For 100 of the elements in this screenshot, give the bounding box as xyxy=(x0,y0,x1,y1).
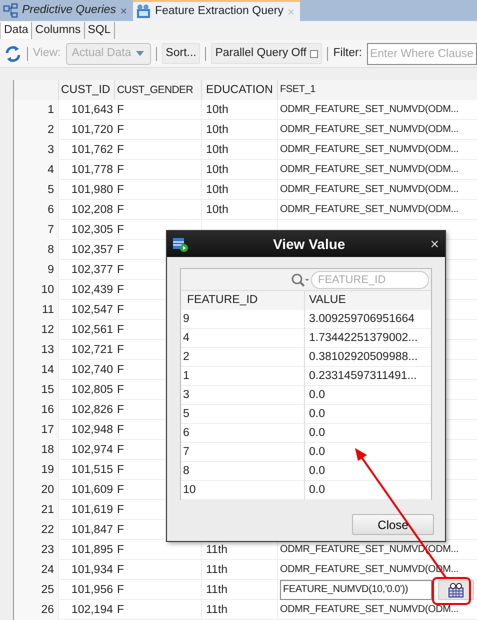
table-cell-text: 102,305 xyxy=(70,223,114,238)
table-cell-text: 102,974 xyxy=(70,443,114,458)
table-cell: 11th xyxy=(202,560,278,580)
table-cell: F xyxy=(115,100,202,120)
row-number: 2 xyxy=(14,120,59,140)
table-cell-text: 102,721 xyxy=(70,343,114,358)
row-number: 7 xyxy=(14,220,59,240)
table-cell: F xyxy=(115,580,202,600)
search-field[interactable]: FEATURE_ID xyxy=(311,270,429,288)
highlight-frame xyxy=(432,577,471,605)
dialog-title: View Value xyxy=(272,234,346,254)
table-cell-text: 0.0 xyxy=(308,407,326,422)
close-button[interactable]: × xyxy=(430,236,439,252)
table-cell-text: 101,619 xyxy=(70,503,114,518)
tab-label: Feature Extraction Query xyxy=(154,4,284,19)
table-cell: 4 xyxy=(181,329,305,348)
table-cell-text: ODMR_FEATURE_SET_NUMVD(ODM... xyxy=(280,183,458,197)
table-cell-text: 102,357 xyxy=(70,243,114,258)
column-header[interactable]: CUST_GENDER xyxy=(115,80,202,100)
close-button[interactable]: Close xyxy=(352,514,434,535)
table-cell: F xyxy=(115,560,202,580)
table-cell: 10th xyxy=(202,120,278,140)
diagram-icon xyxy=(3,3,18,18)
table-cell-text: 101,980 xyxy=(70,183,114,198)
row-number: 12 xyxy=(14,320,59,340)
table-cell-text: 102,439 xyxy=(70,283,114,298)
table-cell: 1 xyxy=(181,367,305,386)
row-number: 16 xyxy=(14,400,59,420)
column-header[interactable]: EDUCATION xyxy=(202,80,278,100)
row-number: 17 xyxy=(14,420,59,440)
table-cell-text: ODMR_FEATURE_SET_NUMVD(ODM... xyxy=(280,143,458,157)
row-number: 4 xyxy=(14,160,59,180)
row-number: 18 xyxy=(14,440,59,460)
column-header[interactable]: VALUE xyxy=(305,291,431,310)
checkbox-icon xyxy=(310,50,318,58)
table-cell-text: 102,561 xyxy=(70,323,114,338)
table-cell-text: 102,194 xyxy=(70,603,114,618)
table-cell-text: ODMR_FEATURE_SET_NUMVD(ODM... xyxy=(280,603,458,617)
table-cell-text: 101,720 xyxy=(70,123,114,138)
table-cell-text: 0.0 xyxy=(308,445,326,460)
row-number: 21 xyxy=(14,500,59,520)
table-cell: 6 xyxy=(181,424,305,443)
table-cell: 10th xyxy=(202,180,278,200)
row-number: 3 xyxy=(14,140,59,160)
view-label: View: xyxy=(32,46,61,61)
table-cell-text: 102,547 xyxy=(70,303,114,318)
table-run-icon xyxy=(173,236,188,252)
table-cell: F xyxy=(115,140,202,160)
column-header[interactable]: CUST_ID xyxy=(59,80,115,100)
editor-tab[interactable]: Feature Extraction Query × xyxy=(132,0,300,21)
table-cell-text: 0.0 xyxy=(308,464,326,479)
table-cell-text: 101,895 xyxy=(70,543,114,558)
table-glasses-icon xyxy=(448,582,464,598)
table-cell: F xyxy=(115,120,202,140)
table-cell: 10 xyxy=(181,481,305,500)
parallel-query-button[interactable]: Parallel Query Off xyxy=(211,42,322,64)
table-cell: 11th xyxy=(202,600,278,620)
sub-tab[interactable]: SQL xyxy=(84,22,115,39)
row-number: 24 xyxy=(14,560,59,580)
table-cell: 10th xyxy=(202,100,278,120)
row-number: 10 xyxy=(14,280,59,300)
sub-tab[interactable]: Data xyxy=(0,22,32,39)
table-cell-text: 102,740 xyxy=(70,363,114,378)
table-cell: F xyxy=(115,200,202,220)
table-cell-text: 3.009259706951664 xyxy=(308,312,416,327)
table-cell: 5 xyxy=(181,405,305,424)
table-cell-text: 1.73442251379002... xyxy=(308,331,419,346)
table-cell: 3 xyxy=(181,386,305,405)
view-value-button[interactable] xyxy=(438,580,474,600)
column-header[interactable]: FSET_1 xyxy=(278,80,477,100)
table-cell: F xyxy=(115,160,202,180)
table-cell-text: 101,762 xyxy=(70,143,114,158)
row-number: 23 xyxy=(14,540,59,560)
table-cell: 8 xyxy=(181,462,305,481)
caret-icon xyxy=(136,51,144,56)
row-number: 26 xyxy=(14,600,59,620)
table-cell: 11th xyxy=(202,580,278,600)
cell-editor-field[interactable]: FEATURE_NUMVD(10,'0.0')) xyxy=(280,580,432,600)
table-cell: 10th xyxy=(202,200,278,220)
sort-button[interactable]: Sort... xyxy=(162,42,200,64)
table-cell-text: 0.0 xyxy=(308,388,326,403)
table-cell-text: 101,515 xyxy=(70,463,114,478)
filter-field[interactable]: Enter Where Clause xyxy=(366,42,477,64)
close-icon[interactable]: × xyxy=(120,2,127,20)
table-cell-text: 102,208 xyxy=(70,203,114,218)
column-header[interactable]: FEATURE_ID xyxy=(181,291,305,310)
row-number: 22 xyxy=(14,520,59,540)
row-number: 13 xyxy=(14,340,59,360)
table-cell-text: 102,948 xyxy=(70,423,114,438)
editor-tab[interactable]: Predictive Queries × xyxy=(0,0,133,21)
row-number: 15 xyxy=(14,380,59,400)
filter-label: Filter: xyxy=(333,46,362,61)
row-number: 5 xyxy=(14,180,59,200)
refresh-icon[interactable] xyxy=(4,44,22,62)
row-number: 8 xyxy=(14,240,59,260)
table-cell-text: ODMR_FEATURE_SET_NUMVD(ODM... xyxy=(280,123,458,137)
row-number: 9 xyxy=(14,260,59,280)
sub-tab[interactable]: Columns xyxy=(32,22,85,39)
table-cell-text: 101,847 xyxy=(70,523,114,538)
row-number: 11 xyxy=(14,300,59,320)
